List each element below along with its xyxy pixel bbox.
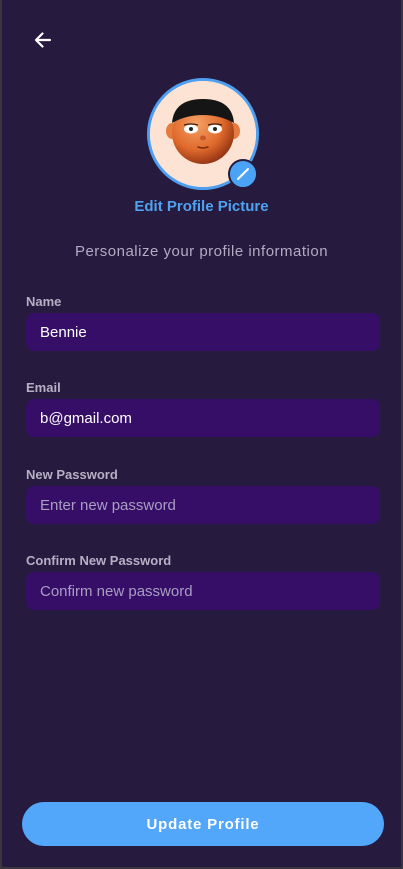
edit-profile-screen: Edit Profile Picture Personalize your pr… <box>2 0 401 867</box>
new-password-label: New Password <box>26 467 118 482</box>
arrow-left-icon <box>34 32 52 48</box>
edit-avatar-button[interactable] <box>228 159 258 189</box>
page-subtitle: Personalize your profile information <box>74 243 329 260</box>
edit-profile-picture-link[interactable]: Edit Profile Picture <box>2 198 401 215</box>
confirm-password-field[interactable] <box>26 572 380 610</box>
email-field[interactable] <box>26 399 380 437</box>
name-field[interactable] <box>26 313 380 351</box>
confirm-password-label: Confirm New Password <box>26 553 172 568</box>
pencil-icon <box>237 168 249 180</box>
new-password-field[interactable] <box>26 486 380 524</box>
email-label: Email <box>26 380 61 395</box>
avatar-container <box>147 78 259 190</box>
back-button[interactable] <box>29 26 57 54</box>
update-profile-button[interactable]: Update Profile <box>22 802 384 846</box>
name-label: Name <box>26 294 62 309</box>
